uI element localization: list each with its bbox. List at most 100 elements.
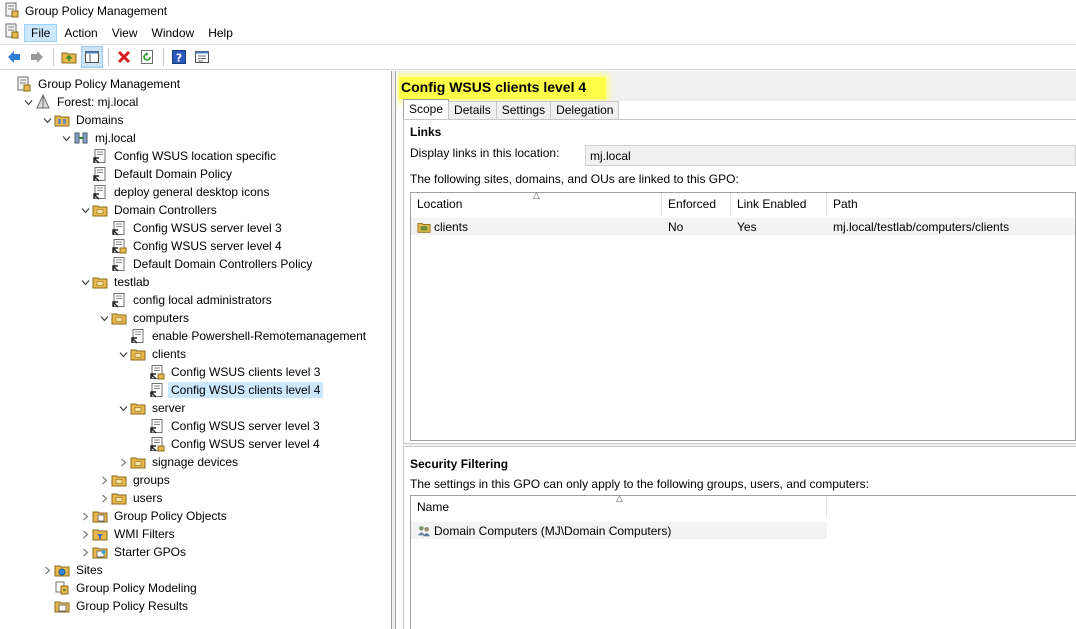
back-button[interactable]	[3, 46, 25, 68]
menu-file[interactable]: File	[24, 23, 58, 42]
chevron-down-icon[interactable]	[78, 201, 92, 219]
tree-item[interactable]: signage devices	[116, 453, 241, 471]
tree-item[interactable]: Group Policy Modeling	[40, 579, 200, 597]
tree-item[interactable]: clients	[116, 345, 189, 363]
tree-item[interactable]: WMI Filters	[78, 525, 178, 543]
tab-scope[interactable]: Scope	[403, 99, 450, 119]
tree-item[interactable]: Config WSUS server level 4	[97, 237, 285, 255]
tree-item[interactable]: computers	[97, 309, 192, 327]
section-splitter[interactable]	[403, 443, 1076, 447]
chevron-right-icon[interactable]	[116, 453, 130, 471]
console-tree[interactable]: Group Policy Management Forest: mj.local D…	[0, 71, 392, 629]
ou-icon	[92, 202, 108, 218]
chevron-right-icon[interactable]	[78, 543, 92, 561]
tree-item[interactable]: groups	[97, 471, 173, 489]
tab-delegation[interactable]: Delegation	[550, 101, 620, 119]
tree-item-label: clients	[152, 347, 187, 361]
tab-details[interactable]: Details	[448, 101, 497, 119]
chevron-right-icon[interactable]	[97, 489, 111, 507]
chevron-down-icon[interactable]	[78, 273, 92, 291]
tree-item[interactable]: users	[97, 489, 165, 507]
chevron-down-icon[interactable]	[116, 345, 130, 363]
location-cell: clients	[417, 218, 468, 235]
tree-item[interactable]: enable Powershell-Remotemanagement	[116, 327, 369, 345]
column-link-enabled[interactable]: Link Enabled	[731, 193, 827, 215]
column-location[interactable]: Location	[411, 193, 662, 215]
tree-item-label: server	[152, 401, 186, 415]
tree-item[interactable]: testlab	[78, 273, 152, 291]
chevron-right-icon[interactable]	[78, 525, 92, 543]
tree-item[interactable]: Group Policy Results	[40, 597, 191, 615]
security-filtering-list[interactable]: △ Name Domain Computers (MJ\Domain Compu…	[410, 493, 1076, 629]
menu-view[interactable]: View	[105, 24, 145, 42]
tab-settings[interactable]: Settings	[495, 101, 552, 119]
chevron-down-icon[interactable]	[116, 399, 130, 417]
sites-icon	[54, 562, 70, 578]
chevron-right-icon[interactable]	[78, 507, 92, 525]
refresh-button[interactable]	[136, 46, 158, 68]
tree-item[interactable]: Sites	[40, 561, 106, 579]
tree-item[interactable]: Forest: mj.local	[21, 93, 141, 111]
tree-item[interactable]: mj.local	[59, 129, 139, 147]
chevron-down-icon[interactable]	[40, 111, 54, 129]
chevron-right-icon[interactable]	[40, 561, 54, 579]
back-arrow-icon	[8, 51, 20, 63]
tree-item[interactable]: Domains	[40, 111, 126, 129]
menu-help[interactable]: Help	[201, 24, 240, 42]
tree-item-label: WMI Filters	[114, 527, 175, 541]
security-filtering-heading: Security Filtering	[410, 457, 509, 471]
tree-item-label: deploy general desktop icons	[114, 185, 270, 199]
tree-item[interactable]: Config WSUS server level 3	[97, 219, 285, 237]
ou-icon	[92, 274, 108, 290]
links-list[interactable]: △ Location Enforced Link Enabled Path cl…	[410, 190, 1076, 441]
tree-item[interactable]: Config WSUS location specific	[78, 147, 279, 165]
properties-button[interactable]	[191, 46, 213, 68]
menu-bar: File Action View Window Help	[0, 22, 1076, 43]
tree-item[interactable]: server	[116, 399, 188, 417]
console-icon[interactable]	[4, 23, 20, 42]
tree-item[interactable]: Group Policy Objects	[78, 507, 230, 525]
tree-item[interactable]: Config WSUS clients level 3	[135, 363, 323, 381]
gpo-link-locked-icon	[149, 364, 165, 380]
column-path[interactable]: Path	[827, 193, 1076, 215]
tree-item[interactable]: Starter GPOs	[78, 543, 189, 561]
up-one-level-button[interactable]	[58, 46, 80, 68]
tree-item[interactable]: Default Domain Controllers Policy	[97, 255, 315, 273]
tree-item[interactable]: Group Policy Management	[2, 75, 183, 93]
table-row[interactable]: clients No Yes mj.local/testlab/computer…	[411, 218, 1075, 235]
tree-item-label: Config WSUS server level 3	[171, 419, 320, 433]
pane-splitter[interactable]	[392, 71, 396, 629]
column-enforced[interactable]: Enforced	[662, 193, 731, 215]
tree-item[interactable]: deploy general desktop icons	[78, 183, 272, 201]
chevron-down-icon[interactable]	[21, 93, 35, 111]
forward-button[interactable]	[26, 46, 48, 68]
column-name[interactable]: Name	[411, 496, 827, 518]
tree-item[interactable]: Domain Controllers	[78, 201, 220, 219]
ou-icon	[130, 454, 146, 470]
table-row[interactable]: Domain Computers (MJ\Domain Computers)	[411, 522, 827, 539]
chevron-right-icon[interactable]	[97, 471, 111, 489]
delete-button[interactable]	[113, 46, 135, 68]
results-icon	[54, 598, 70, 614]
path-value: mj.local/testlab/computers/clients	[833, 219, 1010, 234]
help-button[interactable]: ?	[168, 46, 190, 68]
tree-item[interactable]: Default Domain Policy	[78, 165, 235, 183]
tree-item[interactable]: config local administrators	[97, 291, 275, 309]
chevron-down-icon[interactable]	[59, 129, 73, 147]
tree-item[interactable]: Config WSUS server level 3	[135, 417, 323, 435]
show-hide-tree-button[interactable]	[81, 46, 103, 68]
chevron-down-icon[interactable]	[97, 309, 111, 327]
tab-strip: Scope Details Settings Delegation	[403, 99, 620, 119]
tree-item-label: Domain Controllers	[114, 203, 217, 217]
menu-action[interactable]: Action	[57, 24, 104, 42]
forward-arrow-icon	[31, 51, 43, 63]
menu-window[interactable]: Window	[145, 24, 202, 42]
tree-item-label: Config WSUS server level 3	[133, 221, 282, 235]
tree-item[interactable]: Config WSUS clients level 4	[135, 381, 324, 399]
display-links-dropdown[interactable]: mj.local	[585, 145, 1076, 166]
tree-item[interactable]: Config WSUS server level 4	[135, 435, 323, 453]
